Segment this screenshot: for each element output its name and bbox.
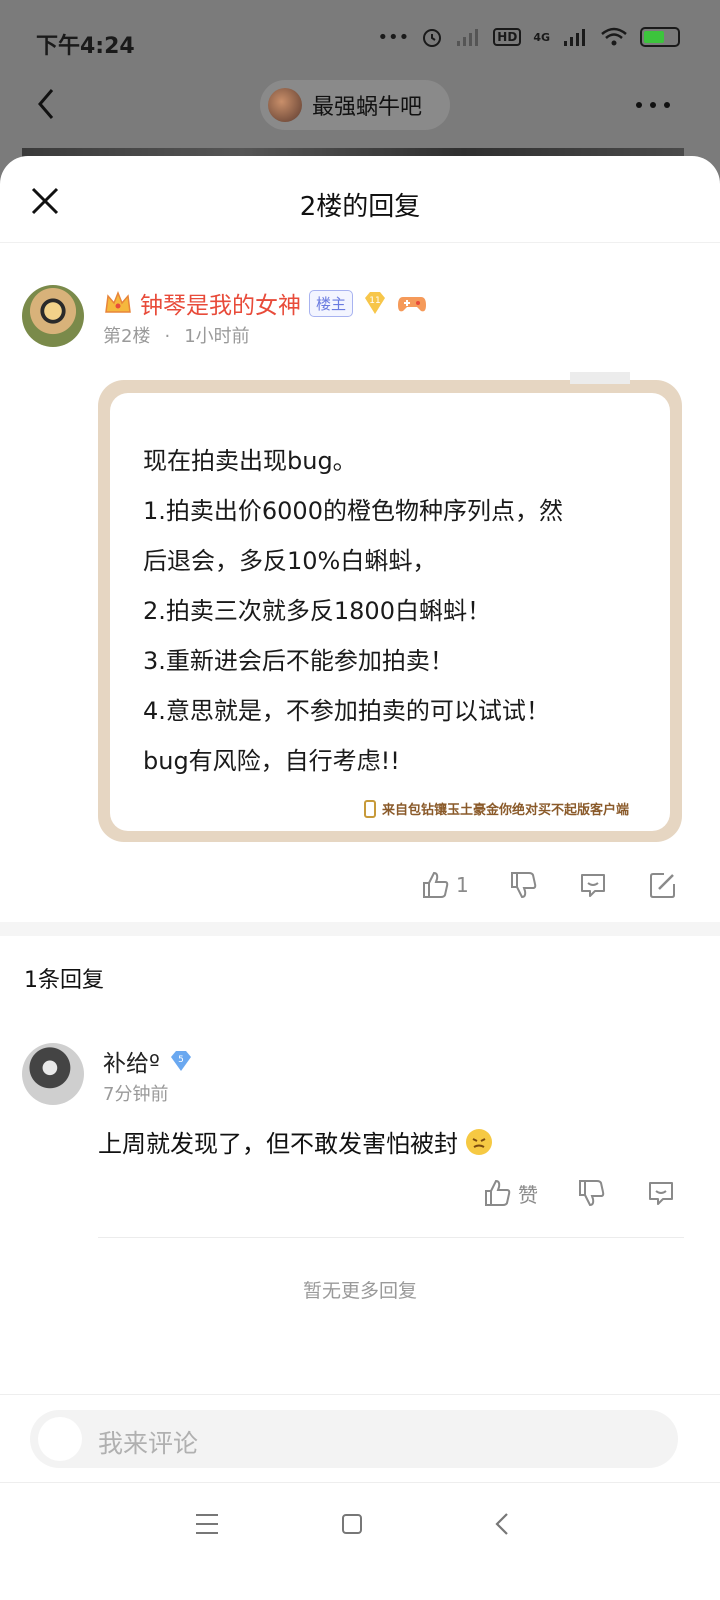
forum-title-pill[interactable]: 最强蜗牛吧 [260, 80, 450, 130]
comment-button[interactable] [646, 1178, 676, 1208]
bubble-decoration [570, 372, 630, 384]
divider [98, 1237, 684, 1238]
signal-icon [564, 29, 585, 46]
like-label: 赞 [518, 1182, 538, 1207]
reply-avatar[interactable] [22, 1043, 84, 1105]
post-line: 4.意思就是，不参加拍卖的可以试试！ [143, 697, 550, 725]
post-line: 2.拍卖三次就多反1800白蝌蚪！ [143, 597, 491, 625]
post-line: 1.拍卖出价6000的橙色物种序列点，然 [143, 497, 563, 525]
network-4g-icon: 4G [533, 30, 550, 44]
forum-avatar [268, 88, 302, 122]
comment-icon [649, 1182, 673, 1205]
reply-content: 上周就发现了，但不敢发害怕被封 [98, 1124, 492, 1159]
no-more-replies: 暂无更多回复 [302, 1280, 417, 1302]
edit-button[interactable] [648, 870, 678, 900]
wifi-icon [601, 27, 627, 46]
thumbs-down-icon [579, 1180, 605, 1207]
op-meta: 第2楼 · 1小时前 [103, 322, 250, 348]
op-username[interactable]: 钟琴是我的女神 [140, 286, 301, 320]
comment-placeholder[interactable]: 我来评论 [98, 1424, 198, 1460]
post-content: 现在拍卖出现bug。 1.拍卖出价6000的橙色物种序列点，然 后退会，多反10… [143, 436, 643, 786]
level-diamond-icon: 5 [170, 1051, 191, 1071]
back-icon[interactable] [494, 1512, 510, 1536]
sheet-title: 2楼的回复 [299, 192, 421, 222]
status-time: 下午4:24 [36, 34, 135, 59]
like-count: 1 [456, 873, 469, 897]
hd-icon: HD [493, 28, 522, 46]
op-name-row: 钟琴是我的女神 楼主 11 [104, 286, 427, 320]
like-button[interactable]: 1 [420, 870, 508, 900]
level-diamond-icon: 11 [365, 292, 386, 314]
floor-number: 第2楼 [103, 326, 151, 347]
op-actions: 1 [420, 870, 678, 900]
crown-icon [105, 290, 131, 313]
dislike-button[interactable] [576, 1178, 646, 1208]
edit-icon [650, 873, 675, 898]
reply-time: 7分钟前 [103, 1084, 169, 1105]
gamepad-icon [398, 297, 427, 312]
reply-actions: 赞 [482, 1178, 676, 1208]
menu-icon[interactable] [196, 1514, 218, 1541]
forum-name: 最强蜗牛吧 [312, 95, 423, 120]
user-avatar [38, 1417, 82, 1461]
reply-count: 1条回复 [24, 968, 104, 993]
reply-username[interactable]: 补给º [103, 1044, 160, 1078]
client-label: 来自包钻镶玉土豪金你绝对买不起版客户端 [382, 803, 630, 818]
svg-text:5: 5 [178, 1055, 184, 1065]
phone-icon [364, 799, 376, 818]
angry-face-emoji-icon [466, 1128, 492, 1155]
divider [0, 1394, 720, 1395]
signal-weak-icon [457, 29, 479, 46]
dislike-button[interactable] [508, 870, 578, 900]
meta-separator: · [164, 326, 171, 347]
post-line: 3.重新进会后不能参加拍卖！ [143, 647, 454, 675]
more-status-icon: ••• [377, 26, 410, 48]
post-line: 后退会，多反10%白蝌蚪， [143, 547, 437, 575]
op-avatar[interactable] [22, 285, 84, 347]
back-arrow-icon[interactable] [30, 86, 66, 122]
thumbs-up-icon [423, 871, 449, 898]
op-badge: 楼主 [309, 289, 354, 317]
like-button[interactable]: 赞 [482, 1178, 576, 1208]
divider [0, 242, 720, 243]
svg-text:11: 11 [369, 296, 380, 306]
post-line: bug有风险，自行考虑!! [143, 747, 400, 775]
battery-icon [640, 27, 680, 47]
reply-name-row: 补给º 5 [103, 1044, 194, 1078]
comment-button[interactable] [578, 870, 648, 900]
thumbs-up-icon [485, 1179, 511, 1206]
client-source: 来自包钻镶玉土豪金你绝对买不起版客户端 [364, 799, 629, 818]
more-options-icon[interactable] [636, 102, 670, 108]
comment-icon [581, 874, 605, 897]
divider [0, 1482, 720, 1483]
reply-text: 上周就发现了，但不敢发害怕被封 [98, 1130, 458, 1158]
thumbs-down-icon [511, 872, 537, 899]
post-time: 1小时前 [184, 326, 250, 347]
section-separator [0, 922, 720, 936]
alarm-icon [423, 29, 442, 47]
status-icons: ••• HD 4G [377, 26, 680, 48]
post-line: 现在拍卖出现bug。 [143, 447, 357, 475]
home-icon[interactable] [342, 1514, 362, 1534]
